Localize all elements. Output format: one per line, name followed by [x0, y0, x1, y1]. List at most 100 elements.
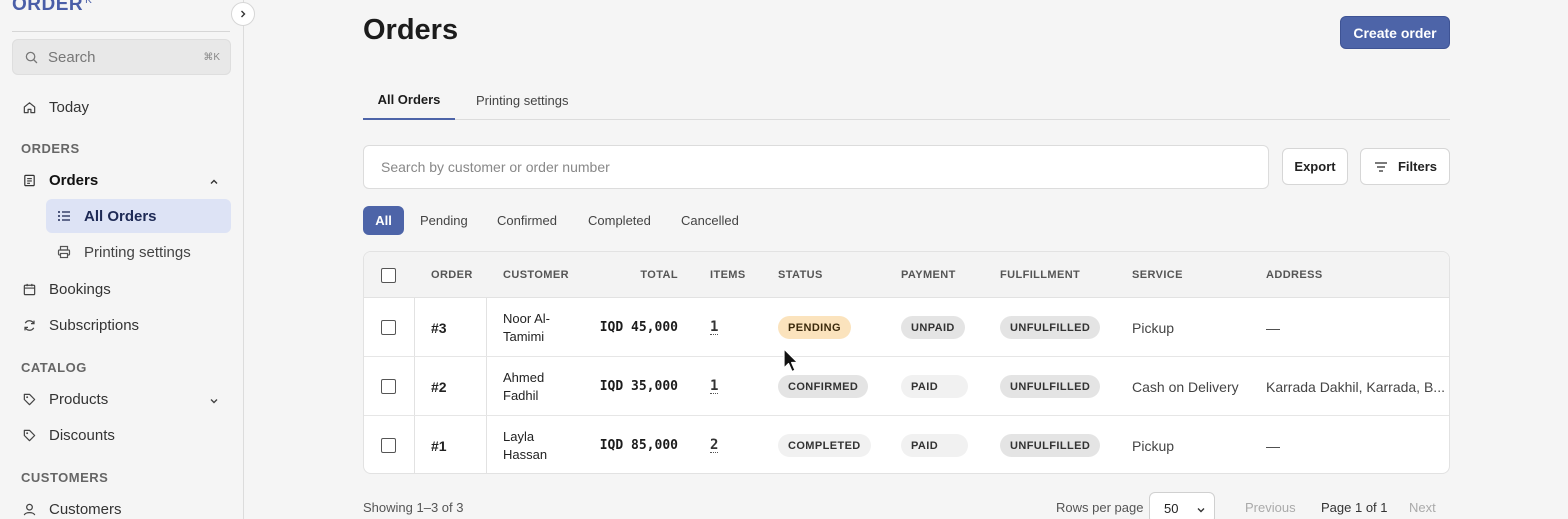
sidebar-item-label: Printing settings	[84, 243, 191, 261]
items-count[interactable]: 2	[710, 416, 719, 473]
select-all-checkbox[interactable]	[381, 267, 396, 283]
column-header[interactable]: ITEMS	[710, 252, 746, 298]
column-header[interactable]: TOTAL	[594, 252, 678, 298]
address-cell: —	[1266, 437, 1280, 454]
column-header[interactable]: CUSTOMER	[503, 252, 569, 298]
sidebar-item-orders[interactable]: Orders	[12, 163, 231, 197]
export-button[interactable]: Export	[1282, 148, 1348, 185]
sidebar-item-discounts[interactable]: Discounts	[12, 418, 231, 452]
tab-all-orders[interactable]: All Orders	[363, 80, 455, 120]
logo-divider	[12, 31, 230, 32]
table-row[interactable]: #1 Layla Hassan IQD 85,000 2 COMPLETED P…	[364, 416, 1449, 473]
row-checkbox[interactable]	[381, 438, 396, 453]
sidebar-item-printing-settings[interactable]: Printing settings	[46, 235, 231, 269]
column-header[interactable]: ORDER	[431, 252, 473, 298]
select-all-cell[interactable]	[381, 252, 396, 298]
column-header[interactable]: SERVICE	[1132, 252, 1183, 298]
chevron-down-icon[interactable]	[209, 393, 219, 410]
sidebar-search[interactable]: Search ⌘K	[12, 39, 231, 75]
row-checkbox[interactable]	[381, 320, 396, 335]
order-number[interactable]: #2	[431, 357, 447, 416]
document-icon	[21, 172, 37, 188]
address-cell: Karrada Dakhil, Karrada, B...	[1266, 378, 1445, 395]
create-order-button[interactable]: Create order	[1340, 16, 1450, 49]
order-number[interactable]: #3	[431, 298, 447, 357]
payment-cell: UNPAID	[901, 298, 965, 357]
column-header[interactable]: FULFILLMENT	[1000, 252, 1080, 298]
filters-button[interactable]: Filters	[1360, 148, 1450, 185]
next-page-button[interactable]: Next	[1409, 500, 1436, 515]
chevron-down-icon	[1196, 503, 1206, 518]
chevron-up-icon[interactable]	[209, 174, 219, 191]
row-select-cell[interactable]	[381, 416, 396, 473]
customer-cell: Noor Al- Tamimi	[503, 298, 550, 357]
sidebar-item-label: Bookings	[49, 280, 111, 298]
status-badge: COMPLETED	[778, 434, 871, 457]
filter-icon	[1373, 159, 1389, 175]
table-row[interactable]: #2 Ahmed Fadhil IQD 35,000 1 CONFIRMED P…	[364, 357, 1449, 416]
search-icon	[23, 49, 39, 65]
page-title: Orders	[363, 14, 459, 46]
column-header[interactable]: STATUS	[778, 252, 823, 298]
table-header: ORDER CUSTOMER TOTAL ITEMS STATUS PAYMEN…	[364, 252, 1449, 298]
sidebar-item-today[interactable]: Today	[12, 90, 231, 124]
printer-icon	[56, 244, 72, 260]
chevron-right-icon	[235, 6, 251, 22]
sidebar-item-label: Orders	[49, 171, 99, 189]
status-badge: CONFIRMED	[778, 375, 869, 398]
row-select-cell[interactable]	[381, 298, 396, 357]
filter-pill-completed[interactable]: Completed	[580, 206, 659, 235]
items-count-value: 1	[710, 319, 719, 335]
order-number[interactable]: #1	[431, 416, 447, 473]
row-checkbox[interactable]	[381, 379, 396, 394]
search-shortcut: ⌘K	[203, 51, 220, 63]
row-select-cell[interactable]	[381, 357, 396, 416]
payment-badge: PAID	[901, 375, 969, 398]
customer-name-line2: Fadhil	[503, 387, 539, 403]
sidebar-search-placeholder: Search	[48, 48, 96, 66]
filter-pill-all[interactable]: All	[363, 206, 404, 235]
customer-cell: Layla Hassan	[503, 416, 547, 473]
filter-pill-pending[interactable]: Pending	[412, 206, 476, 235]
sidebar-item-subscriptions[interactable]: Subscriptions	[12, 308, 231, 342]
items-count[interactable]: 1	[710, 357, 719, 416]
sidebar-collapse-button[interactable]	[231, 2, 255, 26]
customer-name-line1: Noor Al-	[503, 310, 550, 326]
order-total: IQD 35,000	[599, 379, 678, 394]
order-search-input[interactable]: Search by customer or order number	[363, 145, 1269, 189]
page-indicator: Page 1 of 1	[1321, 500, 1388, 515]
sidebar-item-label: Today	[49, 98, 90, 116]
previous-page-button[interactable]: Previous	[1245, 500, 1296, 515]
service-cell: Cash on Delivery	[1132, 378, 1239, 395]
user-icon	[21, 501, 37, 517]
sidebar-item-all-orders[interactable]: All Orders	[46, 199, 231, 233]
column-header[interactable]: ADDRESS	[1266, 252, 1323, 298]
refresh-icon	[21, 317, 37, 333]
sidebar-item-label: All Orders	[84, 207, 157, 225]
order-total: IQD 85,000	[599, 438, 678, 453]
filter-pill-confirmed[interactable]: Confirmed	[489, 206, 565, 235]
sidebar-item-customers[interactable]: Customers	[12, 492, 231, 519]
service-cell: Pickup	[1132, 437, 1175, 454]
items-count[interactable]: 1	[710, 298, 719, 357]
rows-per-page-select[interactable]: 50	[1149, 492, 1215, 519]
payment-cell: PAID	[901, 357, 969, 416]
sidebar-item-label: Products	[49, 390, 109, 408]
filter-pill-cancelled[interactable]: Cancelled	[673, 206, 747, 235]
sidebar-item-bookings[interactable]: Bookings	[12, 272, 231, 306]
customer-name-line1: Layla	[503, 428, 535, 444]
sidebar-item-products[interactable]: Products	[12, 382, 231, 416]
table-row[interactable]: #3 Noor Al- Tamimi IQD 45,000 1 PENDING …	[364, 298, 1449, 357]
rows-per-page-label: Rows per page	[1056, 500, 1144, 515]
column-header[interactable]: PAYMENT	[901, 252, 956, 298]
discount-tag-icon	[21, 427, 37, 443]
items-count-value: 2	[710, 437, 719, 453]
tag-icon	[21, 391, 37, 407]
pagination-summary: Showing 1–3 of 3	[363, 500, 464, 515]
filters-label: Filters	[1397, 159, 1437, 174]
tab-bar: All Orders Printing settings	[363, 80, 1450, 120]
tab-printing-settings[interactable]: Printing settings	[476, 80, 569, 120]
fulfillment-badge: UNFULFILLED	[1000, 316, 1101, 339]
brand-logo[interactable]: ORDER K	[12, 0, 92, 16]
section-customers: CUSTOMERS	[21, 470, 109, 485]
